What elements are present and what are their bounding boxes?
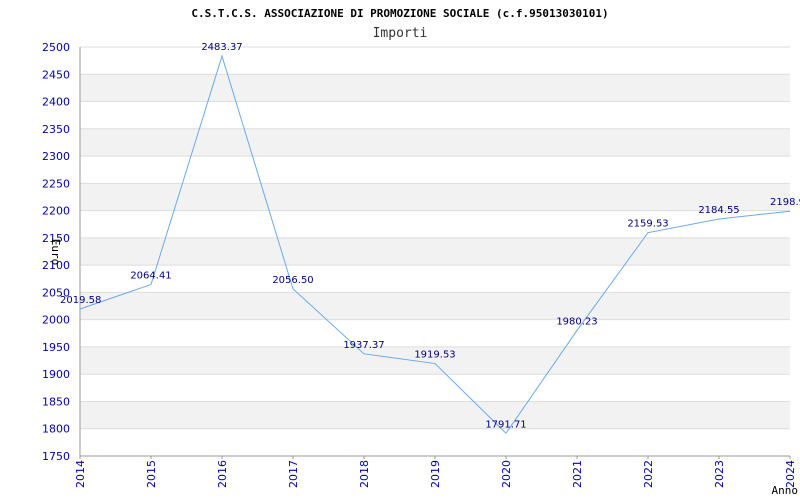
data-label: 2064.41 — [130, 271, 171, 282]
y-tick-label: 2250 — [42, 177, 70, 190]
x-tick-label: 2016 — [216, 460, 229, 488]
y-tick-label: 1800 — [42, 423, 70, 436]
grid-band — [80, 401, 790, 429]
grid-bands — [80, 74, 790, 429]
x-tick-label: 2015 — [145, 460, 158, 488]
x-axis-label: Anno — [772, 484, 799, 497]
line-chart: 1750180018501900195020002050210021502200… — [42, 7, 800, 497]
x-tick-label: 2022 — [642, 460, 655, 488]
data-label: 1980.23 — [556, 316, 597, 327]
y-tick-label: 1750 — [42, 450, 70, 463]
x-tick-label: 2014 — [74, 460, 87, 488]
data-label: 1937.37 — [343, 340, 384, 351]
y-axis-label: Euro — [49, 239, 62, 266]
data-label: 2184.55 — [698, 205, 739, 216]
y-tick-label: 1900 — [42, 368, 70, 381]
grid-band — [80, 292, 790, 320]
grid-band — [80, 237, 790, 266]
y-tick-label: 2450 — [42, 68, 70, 81]
chart-subtitle: Importi — [373, 26, 428, 41]
data-label: 2483.37 — [201, 42, 242, 53]
y-tick-label: 2200 — [42, 205, 70, 218]
y-tick-label: 2500 — [42, 41, 70, 54]
y-tick-label: 2400 — [42, 96, 70, 109]
data-label: 1791.71 — [485, 419, 526, 430]
data-label: 2056.50 — [272, 275, 313, 286]
grid-band — [80, 74, 790, 102]
y-tick-label: 1850 — [42, 395, 70, 408]
grid-band — [80, 183, 790, 211]
y-tick-label: 2350 — [42, 123, 70, 136]
x-axis-ticks: 2014 2015 2016 2017 2018 2019 2020 2021 2022 2023… — [74, 456, 797, 488]
data-label: 1919.53 — [414, 350, 455, 361]
x-tick-label: 2021 — [571, 460, 584, 488]
y-tick-label: 2300 — [42, 150, 70, 163]
y-tick-label: 2000 — [42, 314, 70, 327]
x-tick-label: 2017 — [287, 460, 300, 488]
x-tick-label: 2023 — [713, 460, 726, 488]
x-tick-label: 2018 — [358, 460, 371, 488]
data-label: 2019.58 — [60, 295, 101, 306]
y-tick-label: 1950 — [42, 341, 70, 354]
x-tick-label: 2020 — [500, 460, 513, 488]
x-tick-label: 2019 — [429, 460, 442, 488]
chart-title: C.S.T.C.S. ASSOCIAZIONE DI PROMOZIONE SO… — [191, 7, 608, 20]
data-label: 2159.53 — [627, 219, 668, 230]
data-label: 2198.9 — [770, 197, 800, 208]
grid-band — [80, 128, 790, 157]
